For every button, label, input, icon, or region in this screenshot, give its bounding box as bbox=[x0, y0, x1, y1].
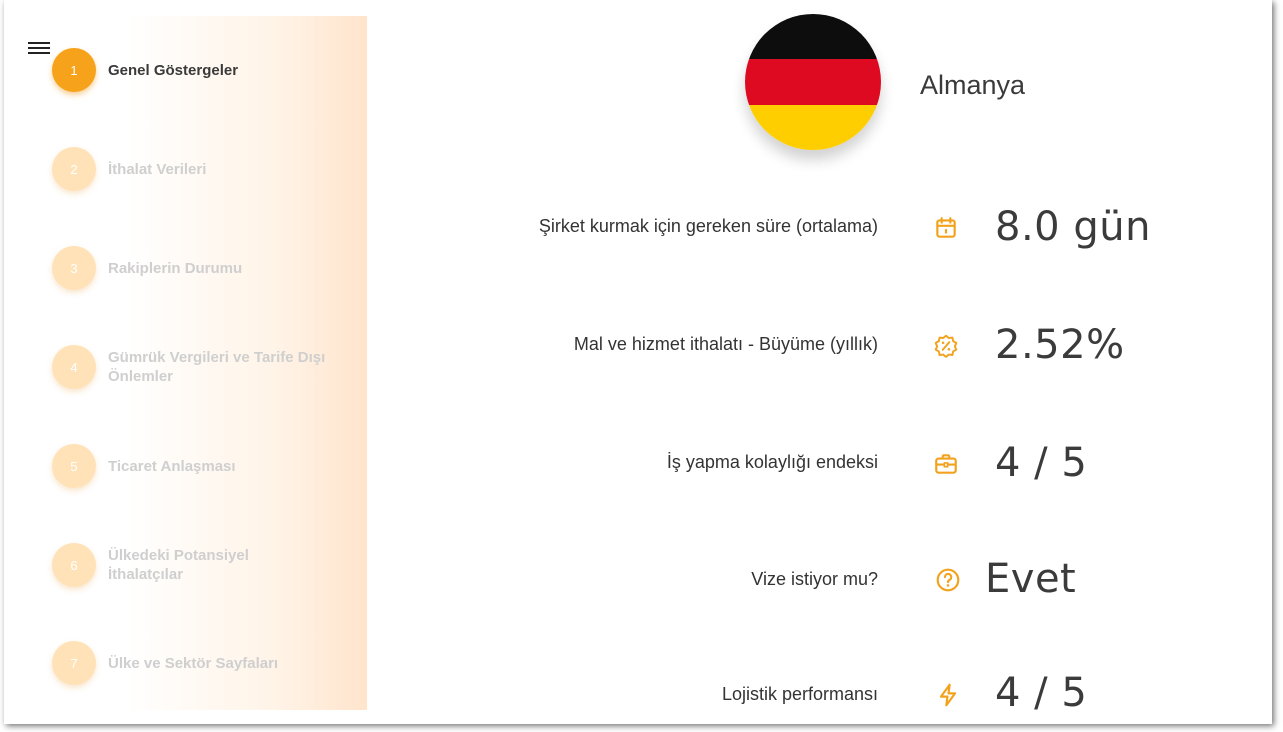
step-item-5[interactable]: 5 Ticaret Anlaşması bbox=[52, 444, 362, 488]
metric-label-logistics-performance: Lojistik performansı bbox=[721, 684, 878, 704]
step-label: Genel Göstergeler bbox=[108, 61, 239, 79]
metric-value-ease-of-business: 4 / 5 bbox=[995, 440, 1088, 486]
step-label: Ülkedeki Potansiyel İthalatçılar bbox=[108, 547, 249, 583]
metric-value-import-growth: 2.52% bbox=[995, 322, 1125, 368]
step-number-badge: 3 bbox=[52, 246, 96, 290]
question-circle-icon bbox=[936, 568, 960, 592]
step-number-badge: 6 bbox=[52, 543, 96, 587]
country-flag bbox=[745, 14, 881, 150]
metric-label-company-setup-time: Şirket kurmak için gereken süre (ortalam… bbox=[538, 216, 878, 236]
step-label: Ülke ve Sektör Sayfaları bbox=[108, 654, 279, 672]
metric-label-visa-required: Vize istiyor mu? bbox=[751, 569, 878, 589]
metric-label-import-growth: Mal ve hizmet ithalatı - Büyüme (yıllık) bbox=[573, 334, 878, 354]
step-label: Rakiplerin Durumu bbox=[108, 259, 243, 277]
step-item-3[interactable]: 3 Rakiplerin Durumu bbox=[52, 246, 362, 290]
step-label: Ticaret Anlaşması bbox=[108, 457, 236, 475]
flag-stripe-red bbox=[745, 59, 881, 105]
app-frame: 1 Genel Göstergeler 2 İthalat Verileri 3… bbox=[4, 0, 1272, 724]
hamburger-menu-icon[interactable] bbox=[28, 42, 50, 56]
percent-badge-icon bbox=[934, 334, 958, 358]
step-item-7[interactable]: 7 Ülke ve Sektör Sayfaları bbox=[52, 641, 362, 685]
metric-label-ease-of-business: İş yapma kolaylığı endeksi bbox=[666, 452, 878, 472]
metric-value-visa-required: Evet bbox=[985, 556, 1077, 602]
country-name: Almanya bbox=[920, 70, 1026, 100]
step-number-badge: 1 bbox=[52, 48, 96, 92]
flag-stripe-gold bbox=[745, 104, 881, 150]
metric-value-logistics-performance: 4 / 5 bbox=[995, 670, 1088, 716]
step-number-badge: 4 bbox=[52, 345, 96, 389]
calendar-icon bbox=[936, 217, 956, 238]
step-item-2[interactable]: 2 İthalat Verileri bbox=[52, 147, 362, 191]
step-label: İthalat Verileri bbox=[108, 160, 207, 178]
briefcase-icon bbox=[935, 454, 957, 474]
step-number-badge: 7 bbox=[52, 641, 96, 685]
step-item-1[interactable]: 1 Genel Göstergeler bbox=[52, 48, 362, 92]
step-label: Gümrük Vergileri ve Tarife Dışı Önlemler bbox=[108, 349, 326, 385]
step-item-6[interactable]: 6 Ülkedeki Potansiyel İthalatçılar bbox=[52, 543, 362, 587]
step-number-badge: 5 bbox=[52, 444, 96, 488]
lightning-icon bbox=[939, 683, 957, 707]
step-number-badge: 2 bbox=[52, 147, 96, 191]
step-item-4[interactable]: 4 Gümrük Vergileri ve Tarife Dışı Önleml… bbox=[52, 345, 362, 389]
metric-value-company-setup-time: 8.0 gün bbox=[995, 204, 1151, 250]
flag-stripe-black bbox=[745, 14, 881, 60]
